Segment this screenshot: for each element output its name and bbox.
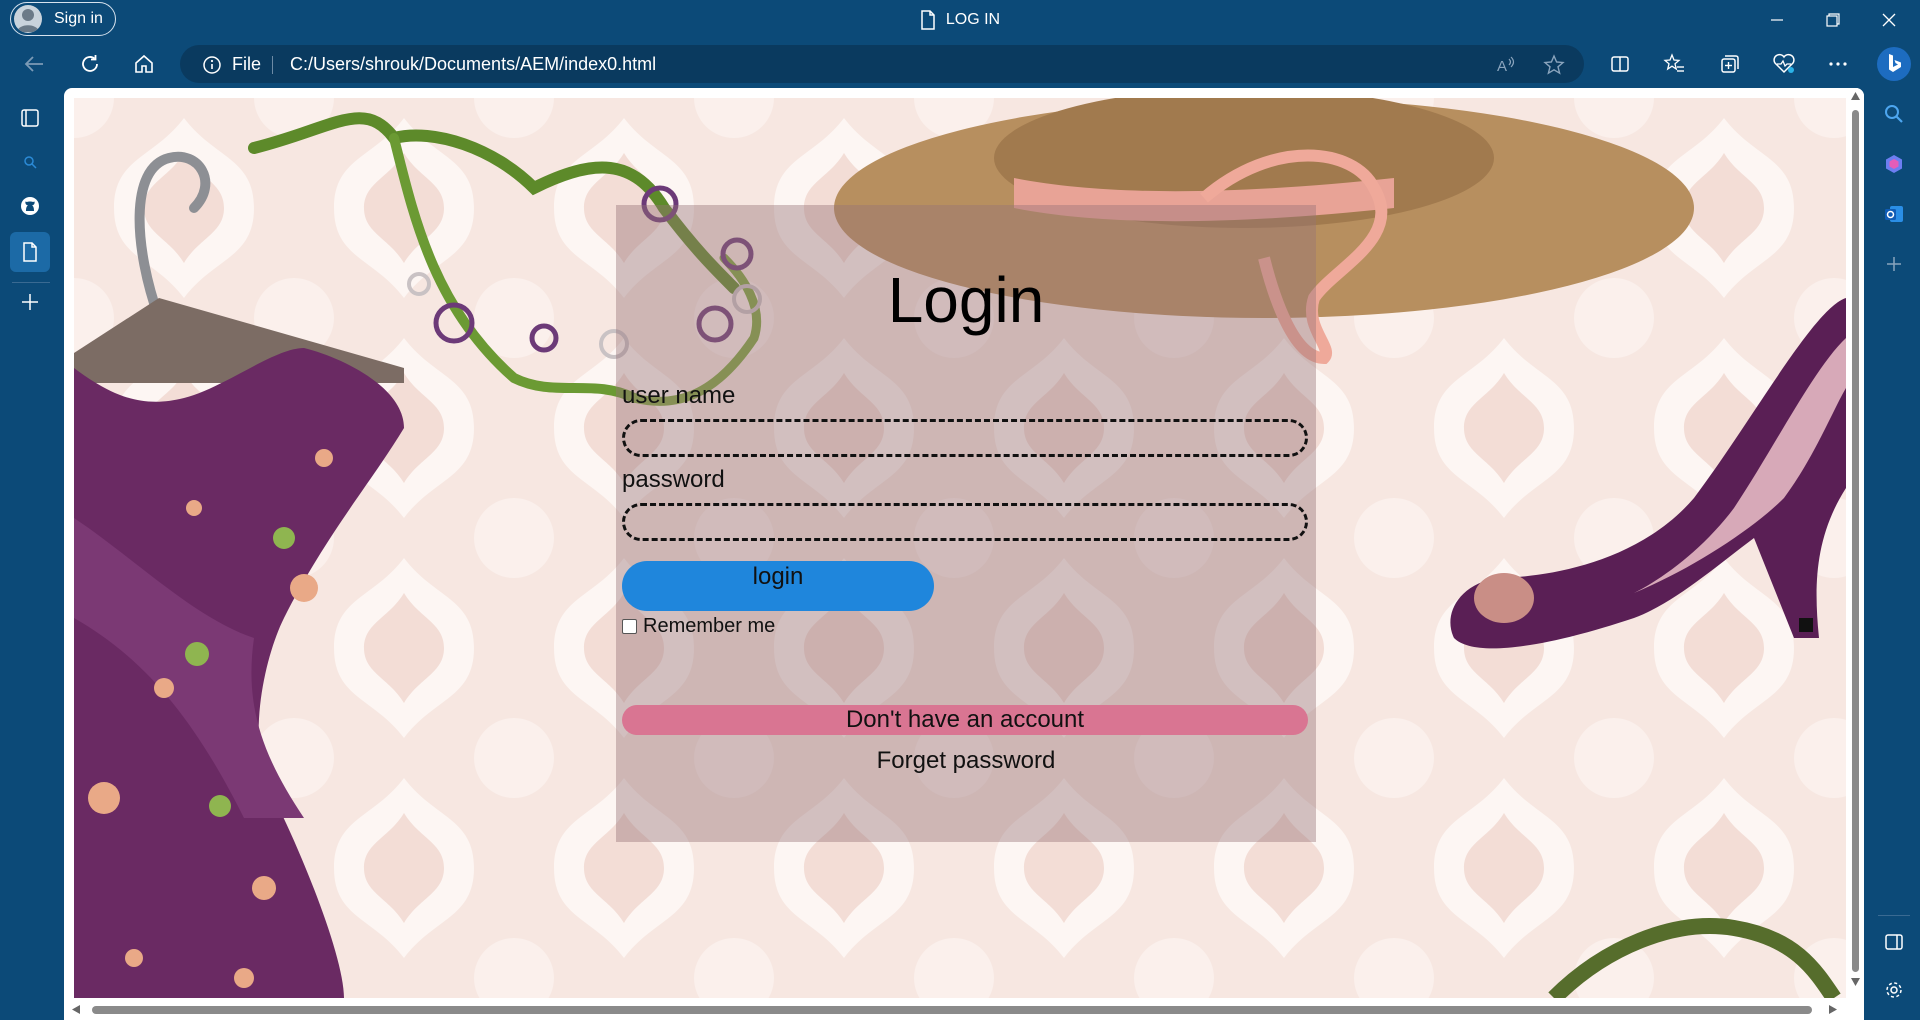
login-button[interactable]: login xyxy=(622,561,934,611)
back-button[interactable] xyxy=(14,44,54,84)
scroll-right-arrow-icon[interactable] xyxy=(1829,1005,1837,1014)
scroll-up-arrow-icon[interactable] xyxy=(1851,92,1860,100)
forget-password-link[interactable]: Forget password xyxy=(616,747,1316,775)
horizontal-scrollbar[interactable] xyxy=(64,998,1846,1020)
vertical-scrollbar[interactable] xyxy=(1846,88,1864,1000)
remember-me-label: Remember me xyxy=(643,615,776,637)
refresh-button[interactable] xyxy=(70,44,110,84)
read-aloud-icon[interactable]: A xyxy=(1486,45,1526,85)
address-separator xyxy=(272,56,273,74)
vertical-tab-sidebar xyxy=(0,88,62,1020)
hide-sidebar-icon[interactable] xyxy=(1874,922,1914,962)
remember-me-checkbox[interactable] xyxy=(622,619,637,634)
address-bar[interactable]: File C:/Users/shrouk/Documents/AEM/index… xyxy=(180,45,1584,83)
username-label: user name xyxy=(622,382,736,409)
remember-me-row[interactable]: Remember me xyxy=(622,615,775,638)
tab-actions-icon[interactable] xyxy=(10,98,50,138)
info-icon xyxy=(202,55,222,75)
right-sidebar xyxy=(1868,44,1920,1020)
right-sidebar-divider xyxy=(1878,915,1910,916)
minimize-button[interactable] xyxy=(1754,0,1800,40)
vertical-scroll-thumb[interactable] xyxy=(1852,110,1859,972)
sidebar-settings-gear-icon[interactable] xyxy=(1874,970,1914,1010)
restore-button[interactable] xyxy=(1810,0,1856,40)
login-button-label: login xyxy=(752,563,804,590)
browser-toolbar: File C:/Users/shrouk/Documents/AEM/index… xyxy=(0,44,1920,84)
scroll-left-arrow-icon[interactable] xyxy=(72,1005,80,1014)
new-tab-plus-icon[interactable] xyxy=(10,282,50,322)
collections-icon[interactable] xyxy=(1710,44,1750,84)
window-title: LOG IN xyxy=(0,10,1920,30)
favorite-star-icon[interactable] xyxy=(1534,45,1574,85)
password-input[interactable] xyxy=(622,503,1308,541)
page-document-icon xyxy=(920,10,936,30)
title-bar: Sign in LOG IN xyxy=(0,0,1920,40)
bing-copilot-icon[interactable] xyxy=(1874,44,1914,84)
horizontal-scroll-thumb[interactable] xyxy=(92,1006,1812,1014)
close-button[interactable] xyxy=(1866,0,1912,40)
web-page: Login user name password login Remember … xyxy=(74,98,1846,998)
add-sidebar-app-icon[interactable] xyxy=(1874,244,1914,284)
sidebar-search-icon[interactable] xyxy=(1874,94,1914,134)
browser-essentials-icon[interactable] xyxy=(1764,44,1804,84)
favorites-icon[interactable] xyxy=(1654,44,1694,84)
split-screen-icon[interactable] xyxy=(1600,44,1640,84)
username-input[interactable] xyxy=(622,419,1308,457)
page-title: Login xyxy=(887,264,1045,336)
password-label: password xyxy=(622,466,725,493)
outlook-icon[interactable] xyxy=(1874,194,1914,234)
signup-button[interactable]: Don't have an account xyxy=(622,705,1308,735)
window-title-text: LOG IN xyxy=(945,11,1001,28)
home-button[interactable] xyxy=(124,44,164,84)
more-options-icon[interactable] xyxy=(1818,44,1858,84)
address-prefix: File xyxy=(232,54,262,74)
site-info-button[interactable]: File xyxy=(202,54,261,75)
page-viewport: Login user name password login Remember … xyxy=(64,88,1864,1020)
tab-search-icon[interactable] xyxy=(10,142,50,182)
github-tab-icon[interactable] xyxy=(10,186,50,226)
svg-text:A: A xyxy=(1497,58,1507,75)
scroll-down-arrow-icon[interactable] xyxy=(1851,978,1860,986)
copilot-designer-icon[interactable] xyxy=(1874,144,1914,184)
url-text[interactable]: C:/Users/shrouk/Documents/AEM/index0.htm… xyxy=(290,54,656,75)
active-tab-page-icon[interactable] xyxy=(10,232,50,272)
login-panel: Login user name password login Remember … xyxy=(616,205,1316,842)
